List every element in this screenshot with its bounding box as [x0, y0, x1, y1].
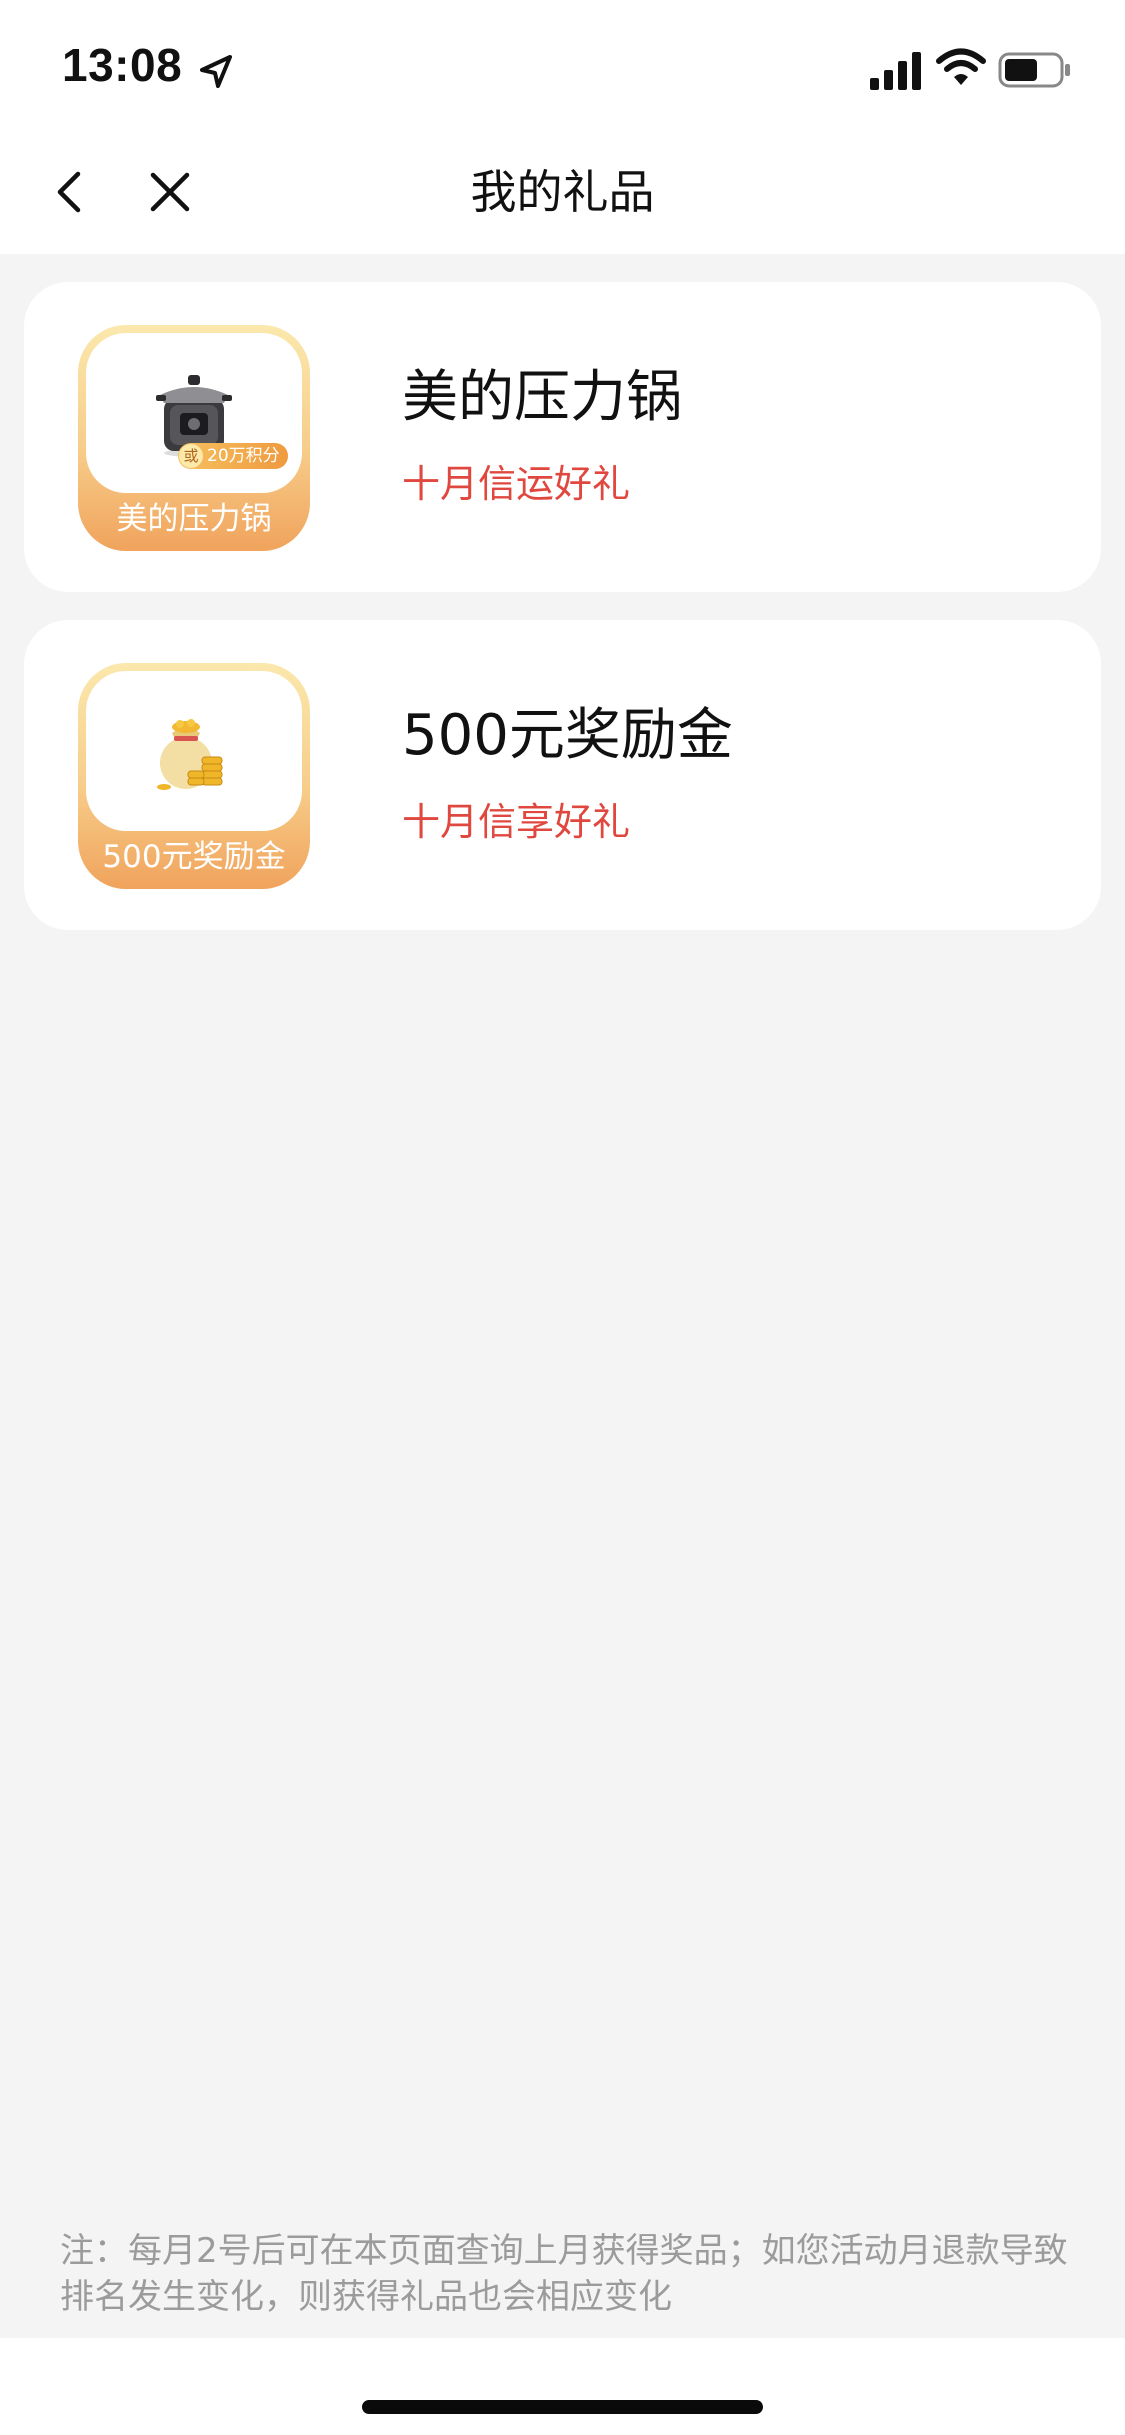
points-badge-text: 20万积分	[207, 446, 280, 466]
gift-thumbnail-label: 500元奖励金	[102, 839, 286, 875]
points-badge-or: 或	[179, 444, 203, 468]
money-bag-coins-icon	[157, 719, 223, 790]
footer-note: 注：每月2号后可在本页面查询上月获得奖品；如您活动月退款导致排名发生变化，则获得…	[60, 2231, 1068, 2317]
cellular-signal-icon	[870, 52, 921, 90]
gift-name: 500元奖励金	[402, 703, 733, 768]
nav-bar: 我的礼品	[0, 130, 1125, 254]
status-time: 13:08	[62, 39, 183, 91]
gift-name: 美的压力锅	[402, 365, 682, 430]
home-indicator[interactable]	[362, 2400, 763, 2414]
wifi-icon	[936, 48, 986, 85]
gift-card-pressure-cooker[interactable]: 或 20万积分 美的压力锅 美的压力锅 十月信运好礼	[24, 282, 1101, 592]
gift-subtitle: 十月信运好礼	[402, 462, 631, 506]
gift-thumbnail-label: 美的压力锅	[116, 501, 272, 537]
gift-card-reward-cash[interactable]: 500元奖励金 500元奖励金 十月信享好礼	[24, 620, 1101, 930]
gift-list: 或 20万积分 美的压力锅 美的压力锅 十月信运好礼 500元奖励金 500元奖…	[24, 282, 1101, 958]
page-title: 我的礼品	[470, 165, 655, 219]
home-indicator-area	[0, 2338, 1125, 2435]
gift-thumbnail-image	[86, 671, 302, 831]
gift-subtitle: 十月信享好礼	[402, 800, 631, 844]
gift-thumbnail: 或 20万积分 美的压力锅	[78, 325, 310, 551]
points-badge: 或 20万积分	[178, 443, 288, 469]
gift-thumbnail-image: 或 20万积分	[86, 333, 302, 493]
location-arrow-icon	[200, 55, 232, 88]
gift-thumbnail: 500元奖励金	[78, 663, 310, 889]
battery-icon	[998, 52, 1070, 88]
status-bar: 13:08	[0, 0, 1125, 130]
